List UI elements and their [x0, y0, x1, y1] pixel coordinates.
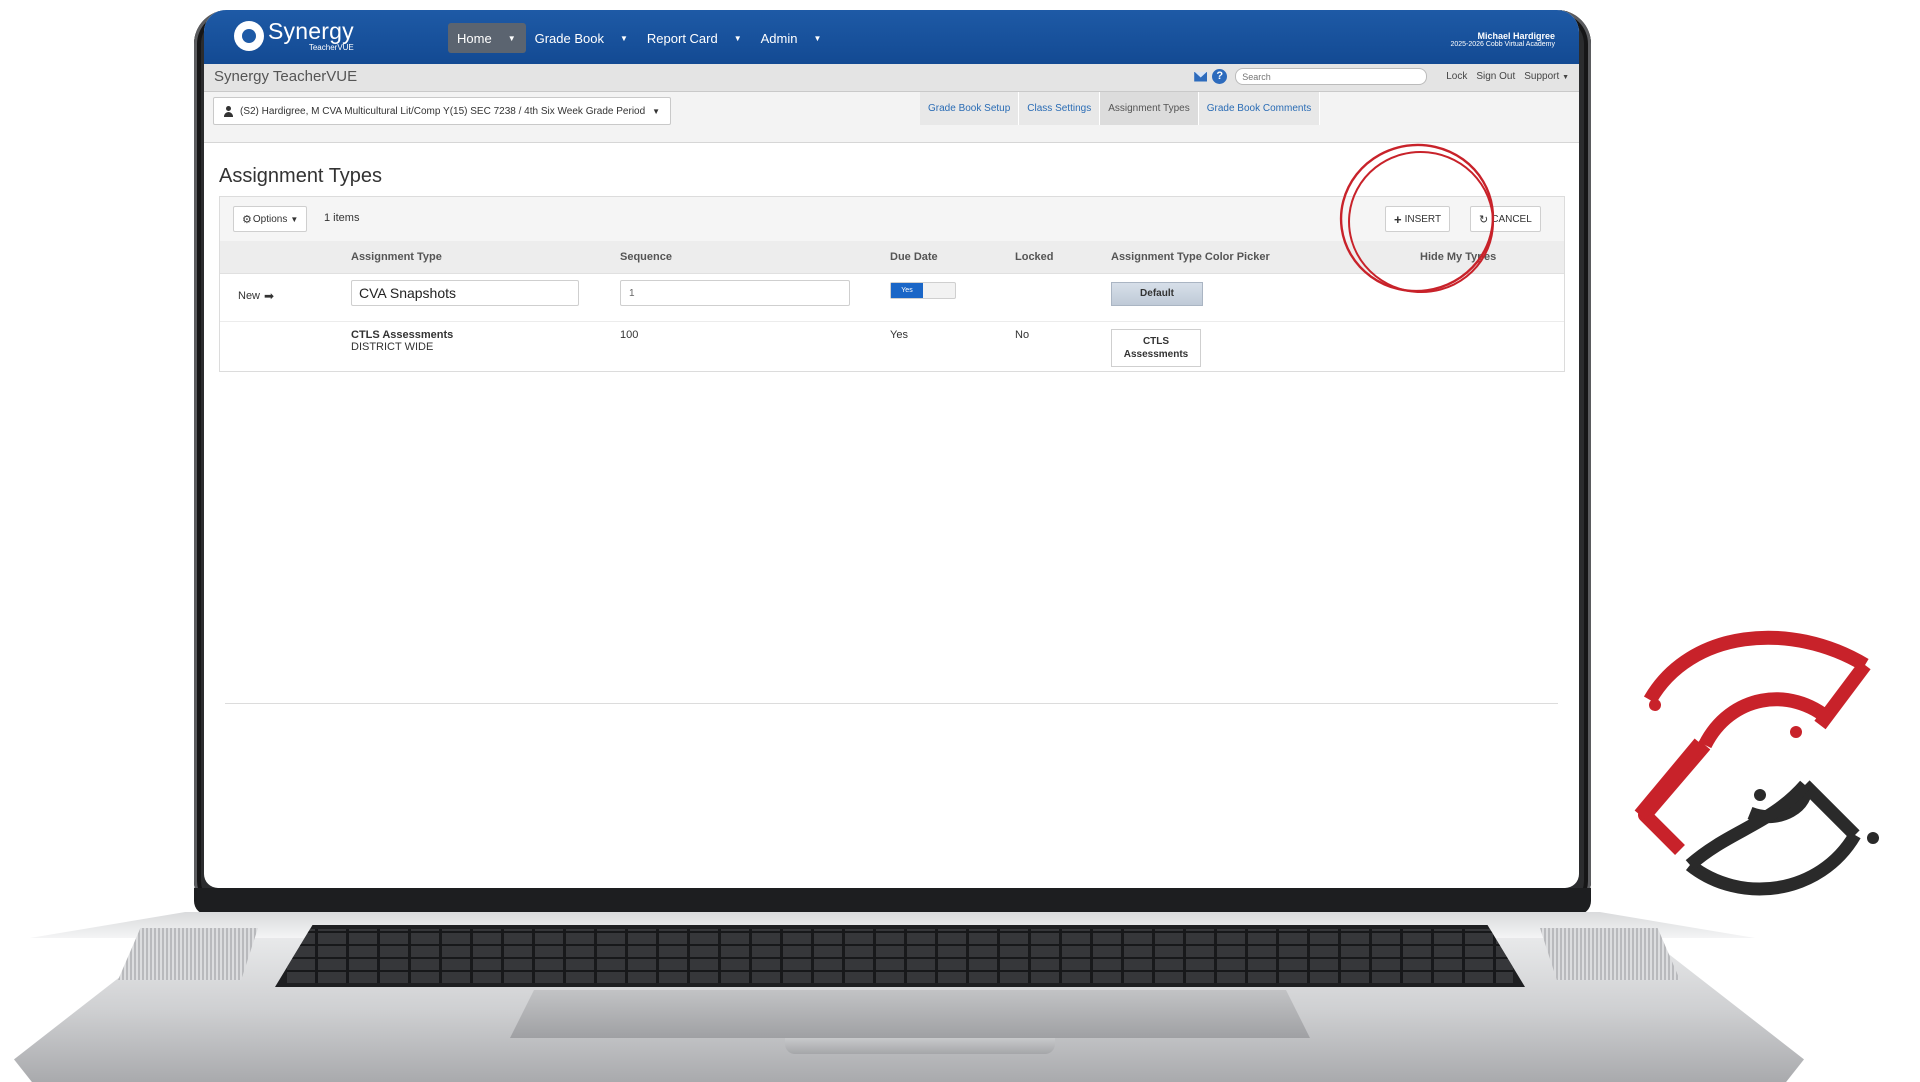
col-locked[interactable]: Locked: [1015, 251, 1054, 263]
speaker-grille-right: [1540, 928, 1680, 980]
menu-home[interactable]: Home ▼: [448, 23, 526, 53]
brand-sub: TeacherVUE: [308, 43, 354, 52]
tab-class-settings[interactable]: Class Settings: [1019, 92, 1101, 125]
class-selector-label: (S2) Hardigree, M CVA Multicultural Lit/…: [240, 105, 646, 117]
caret-down-icon: ▼: [290, 214, 299, 224]
due-date-toggle-on: Yes: [891, 283, 923, 298]
user-icon: [224, 105, 233, 117]
new-row-label: New ➡: [238, 289, 275, 303]
page-title: Assignment Types: [219, 165, 383, 187]
assignment-type-input[interactable]: [351, 280, 579, 306]
caret-down-icon: ▼: [733, 33, 742, 43]
sign-out-link[interactable]: Sign Out: [1476, 71, 1515, 82]
menu-admin[interactable]: Admin ▼: [752, 23, 832, 53]
setup-tabs: Grade Book Setup Class Settings Assignme…: [920, 92, 1321, 125]
menu-grade-book[interactable]: Grade Book ▼: [526, 23, 638, 53]
lock-link[interactable]: Lock: [1446, 71, 1467, 82]
support-menu[interactable]: Support ▼: [1524, 71, 1569, 82]
synergy-logo[interactable]: Synergy TeacherVUE: [234, 20, 354, 52]
laptop-bezel: [194, 888, 1591, 915]
col-assignment-type[interactable]: Assignment Type: [351, 251, 442, 263]
main-menu: Home ▼ Grade Book ▼ Report Card ▼ Admin ▼: [448, 23, 831, 53]
row-sequence: 100: [620, 329, 639, 341]
col-sequence[interactable]: Sequence: [620, 251, 672, 263]
tab-assignment-types[interactable]: Assignment Types: [1100, 92, 1199, 125]
brand-name: Synergy: [268, 18, 354, 44]
menu-report-card[interactable]: Report Card ▼: [638, 23, 752, 53]
row-color-chip[interactable]: CTLS Assessments: [1111, 329, 1201, 367]
col-color-picker[interactable]: Assignment Type Color Picker: [1111, 251, 1270, 263]
row-type-name: CTLS Assessments: [351, 329, 454, 341]
mail-icon[interactable]: [1194, 71, 1208, 82]
caret-down-icon: ▼: [1562, 74, 1569, 81]
user-school: 2025-2026 Cobb Virtual Academy: [1450, 41, 1555, 49]
laptop-keyboard: [275, 925, 1525, 987]
laptop-notch: [785, 1038, 1055, 1054]
user-info: Michael Hardigree 2025-2026 Cobb Virtual…: [1450, 31, 1555, 49]
help-icon[interactable]: ?: [1212, 69, 1228, 84]
due-date-toggle[interactable]: Yes: [890, 282, 956, 299]
caret-down-icon: ▼: [813, 33, 822, 43]
utility-tools: ? Lock Sign Out Support ▼: [1194, 68, 1569, 85]
section-bar: (S2) Hardigree, M CVA Multicultural Lit/…: [204, 92, 1579, 143]
annotation-circle-icon: [1339, 143, 1495, 294]
content-divider: [225, 703, 1558, 704]
search-input[interactable]: [1235, 68, 1428, 85]
synergy-logo-icon: [234, 21, 264, 51]
user-name: Michael Hardigree: [1477, 31, 1555, 41]
tab-grade-book-comments[interactable]: Grade Book Comments: [1198, 92, 1321, 125]
class-selector[interactable]: (S2) Hardigree, M CVA Multicultural Lit/…: [213, 97, 672, 125]
caret-down-icon: ▼: [619, 33, 628, 43]
sequence-input[interactable]: [620, 280, 850, 306]
top-nav: Synergy TeacherVUE Home ▼ Grade Book ▼ Rep…: [204, 10, 1579, 64]
row-due-date: Yes: [890, 329, 908, 341]
brand-logo-icon: [1634, 630, 1879, 896]
caret-down-icon: ▼: [507, 33, 516, 43]
laptop-trackpad: [510, 990, 1310, 1038]
caret-down-icon: ▼: [652, 106, 661, 116]
col-due-date[interactable]: Due Date: [890, 251, 938, 263]
sub-bar: Synergy TeacherVUE ? Lock Sign Out Suppo…: [204, 64, 1579, 92]
item-count: 1 items: [324, 212, 360, 224]
row-type-scope: DISTRICT WIDE: [351, 341, 434, 353]
color-default-button[interactable]: Default: [1111, 282, 1203, 306]
gear-icon: ⚙: [242, 213, 252, 226]
speaker-grille-left: [118, 928, 258, 980]
options-button[interactable]: ⚙ Options ▼: [233, 206, 308, 232]
tab-grade-book-setup[interactable]: Grade Book Setup: [920, 92, 1020, 125]
arrow-right-icon: ➡: [264, 289, 275, 303]
app-title: Synergy TeacherVUE: [214, 68, 358, 85]
row-locked: No: [1015, 329, 1030, 341]
table-row: CTLS Assessments DISTRICT WIDE 100 Yes N…: [220, 322, 1564, 370]
